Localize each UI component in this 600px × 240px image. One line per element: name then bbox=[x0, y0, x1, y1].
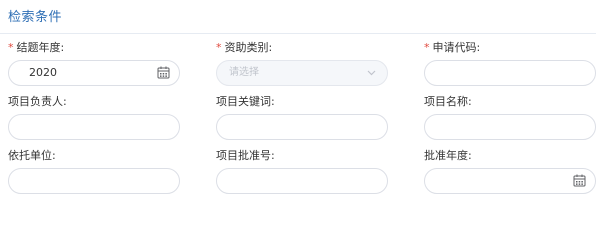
field-year: * 结题年度: 2020 bbox=[8, 40, 180, 86]
approval-year-picker[interactable] bbox=[424, 168, 596, 194]
calendar-icon[interactable] bbox=[157, 66, 171, 80]
approval-year-label: 批准年度: bbox=[424, 149, 472, 162]
approval-number-input[interactable] bbox=[216, 168, 388, 194]
project-leader-input[interactable] bbox=[8, 114, 180, 140]
project-name-label: 项目名称: bbox=[424, 95, 472, 108]
required-mark: * bbox=[8, 41, 14, 54]
field-project-leader: 项目负责人: bbox=[8, 94, 180, 140]
field-approval-number: 项目批准号: bbox=[216, 148, 388, 194]
project-keywords-label: 项目关键词: bbox=[216, 95, 275, 108]
field-project-name: 项目名称: bbox=[424, 94, 596, 140]
application-code-label-text: 申请代码: bbox=[432, 41, 481, 54]
project-keywords-input[interactable] bbox=[216, 114, 388, 140]
funding-type-placeholder: 请选择 bbox=[229, 67, 259, 78]
host-institution-input[interactable] bbox=[8, 168, 180, 194]
year-value: 2020 bbox=[29, 66, 57, 79]
funding-type-label: * 资助类别: bbox=[216, 40, 388, 56]
application-code-input[interactable] bbox=[424, 60, 596, 86]
funding-type-label-text: 资助类别: bbox=[224, 41, 273, 54]
application-code-label: * 申请代码: bbox=[424, 40, 596, 56]
approval-number-label: 项目批准号: bbox=[216, 149, 275, 162]
host-institution-label: 依托单位: bbox=[8, 149, 56, 162]
field-project-keywords: 项目关键词: bbox=[216, 94, 388, 140]
year-label: * 结题年度: bbox=[8, 40, 180, 56]
chevron-down-icon[interactable] bbox=[365, 66, 379, 80]
year-picker[interactable]: 2020 bbox=[8, 60, 180, 86]
panel-title: 检索条件 bbox=[8, 10, 63, 25]
field-application-code: * 申请代码: bbox=[424, 40, 596, 86]
calendar-icon[interactable] bbox=[573, 174, 587, 188]
required-mark: * bbox=[216, 41, 222, 54]
funding-type-select[interactable]: 请选择 bbox=[216, 60, 388, 86]
required-mark: * bbox=[424, 41, 430, 54]
project-name-input[interactable] bbox=[424, 114, 596, 140]
field-approval-year: 批准年度: bbox=[424, 148, 596, 194]
year-label-text: 结题年度: bbox=[16, 41, 65, 54]
search-criteria-panel: 检索条件 * 结题年度: 2020 * 资助类别: 请选择 * 申请代码: 项目… bbox=[0, 0, 600, 208]
project-leader-label: 项目负责人: bbox=[8, 95, 67, 108]
field-funding-type: * 资助类别: 请选择 bbox=[216, 40, 388, 86]
title-divider bbox=[0, 33, 596, 34]
field-host-institution: 依托单位: bbox=[8, 148, 180, 194]
